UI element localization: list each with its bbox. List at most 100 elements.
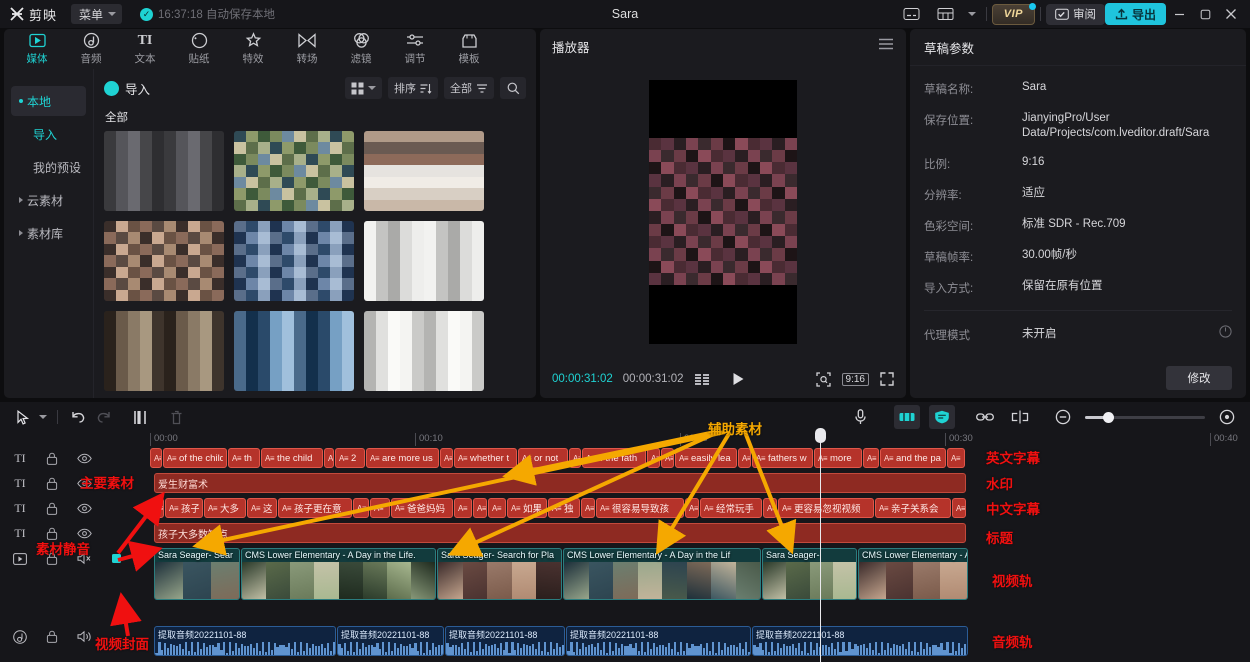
play-button[interactable] — [732, 372, 745, 386]
timeline-clip[interactable]: A≡are more us — [366, 448, 439, 468]
timeline-clip[interactable]: A≡ — [440, 448, 453, 468]
timeline-clip[interactable]: A≡更容易忽视视频 — [778, 498, 874, 518]
playhead[interactable] — [820, 430, 821, 662]
tab-media[interactable]: 媒体 — [10, 30, 64, 68]
timeline-clip[interactable]: A≡ — [947, 448, 965, 468]
track-visibility-icon[interactable] — [76, 453, 92, 464]
timeline-clip[interactable]: 提取音频20221101-88 — [445, 626, 565, 656]
select-tool-button[interactable] — [10, 405, 36, 429]
timeline-clip[interactable]: Sara Seager- — [762, 548, 857, 600]
timeline-clip[interactable]: A≡ — [324, 448, 334, 468]
timeline-clip[interactable]: A≡ — [581, 498, 595, 518]
timeline-clip[interactable]: 爱生财富术 — [154, 473, 966, 493]
layout-dropdown-icon[interactable] — [966, 3, 978, 25]
media-item[interactable] — [364, 311, 484, 391]
timeline-clip[interactable]: A≡这 — [247, 498, 277, 518]
timeline-clip[interactable]: A≡whether t — [454, 448, 517, 468]
timeline-clip[interactable]: A≡爸爸妈妈 — [391, 498, 453, 518]
timeline-clip[interactable]: A≡fathers w — [752, 448, 813, 468]
timeline-clip[interactable]: A≡and the pa — [880, 448, 946, 468]
timeline-clip[interactable]: A≡亲子关系会 — [875, 498, 951, 518]
timeline-clip[interactable]: 提取音频20221101-88 — [337, 626, 444, 656]
media-item[interactable] — [364, 131, 484, 211]
timeline-clip[interactable]: Sara Seager- Sear — [154, 548, 240, 600]
minimize-button[interactable] — [1166, 1, 1192, 27]
fullscreen-icon[interactable] — [880, 372, 894, 386]
vip-button[interactable]: VIP — [992, 4, 1035, 25]
sidebar-item-3[interactable]: 云素材 — [11, 185, 86, 215]
timeline-clip[interactable]: A≡孩子 — [165, 498, 203, 518]
import-button[interactable]: 导入 — [104, 79, 150, 98]
mirror-track-button[interactable] — [894, 405, 920, 429]
sidebar-item-1[interactable]: 导入 — [11, 119, 86, 149]
sidebar-item-0[interactable]: 本地 — [11, 86, 86, 116]
fit-screen-icon[interactable] — [816, 372, 831, 387]
link-clips-button[interactable] — [972, 405, 998, 429]
timeline-clip[interactable]: A≡ — [661, 448, 674, 468]
video-canvas[interactable] — [649, 80, 797, 344]
tab-sticker[interactable]: 贴纸 — [172, 30, 226, 68]
timeline-clip[interactable]: 孩子大多数缺点 — [154, 523, 966, 543]
aspect-ratio-button[interactable]: 9:16 — [842, 373, 869, 386]
tab-text[interactable]: TI文本 — [118, 30, 172, 68]
timeline-clip[interactable]: CMS Lower Elementary - A Day — [858, 548, 968, 600]
timeline-clip[interactable]: A≡孩子更在意 — [278, 498, 352, 518]
timeline-clip[interactable]: A≡ — [863, 448, 879, 468]
filter-button[interactable]: 全部 — [444, 77, 494, 99]
timeline-clip[interactable]: A≡ — [370, 498, 390, 518]
track-mute-toggle[interactable] — [108, 553, 124, 564]
media-item[interactable] — [234, 311, 354, 391]
auto-caption-button[interactable] — [929, 405, 955, 429]
timeline-clip[interactable]: A≡if the fath — [582, 448, 646, 468]
track-lock-icon[interactable] — [44, 502, 60, 515]
media-item[interactable] — [234, 131, 354, 211]
timeline-clip[interactable]: A≡easily lea — [675, 448, 737, 468]
track-visibility-icon[interactable] — [76, 503, 92, 514]
timeline-clip[interactable]: CMS Lower Elementary - A Day in the Lif — [563, 548, 761, 600]
zoom-slider[interactable] — [1085, 416, 1205, 419]
tab-effects[interactable]: 特效 — [226, 30, 280, 68]
timeline-clip[interactable]: A≡ — [952, 498, 966, 518]
timeline-clip[interactable]: A≡ — [685, 498, 699, 518]
timeline-clip[interactable]: A≡ — [353, 498, 369, 518]
timeline-clip[interactable]: A≡独 — [548, 498, 580, 518]
sidebar-item-4[interactable]: 素材库 — [11, 218, 86, 248]
track-lock-icon[interactable] — [44, 630, 60, 643]
track-volume-icon[interactable] — [76, 630, 92, 643]
split-button[interactable] — [127, 405, 153, 429]
help-icon[interactable] — [1219, 325, 1232, 343]
tab-template[interactable]: 模板 — [442, 30, 496, 68]
timeline-clip[interactable]: A≡很容易导致孩 — [596, 498, 684, 518]
zoom-out-button[interactable] — [1050, 405, 1076, 429]
timeline-clip[interactable]: 提取音频20221101-88 — [566, 626, 751, 656]
maximize-button[interactable] — [1192, 1, 1218, 27]
timeline-ruler[interactable]: 00:0000:1000:2000:3000:40 — [150, 432, 1250, 448]
timeline-clip[interactable]: 提取音频20221101-88 — [752, 626, 968, 656]
media-item[interactable] — [104, 131, 224, 211]
timeline-clip[interactable]: A≡more — [814, 448, 862, 468]
zoom-in-button[interactable] — [1214, 405, 1240, 429]
timeline-clip[interactable]: 提取音频20221101-88 — [154, 626, 336, 656]
subtitle-icon[interactable] — [898, 3, 926, 25]
timeline-clip[interactable]: CMS Lower Elementary - A Day in the Life… — [241, 548, 436, 600]
close-button[interactable] — [1218, 1, 1244, 27]
undo-button[interactable] — [65, 405, 91, 429]
media-item[interactable] — [104, 221, 224, 301]
frame-step-icon[interactable] — [694, 373, 710, 386]
redo-button[interactable] — [91, 405, 117, 429]
media-item[interactable] — [104, 311, 224, 391]
delete-button[interactable] — [163, 405, 189, 429]
timeline-clip[interactable]: A≡ — [150, 448, 162, 468]
timeline-clip[interactable]: A≡ — [738, 448, 751, 468]
timeline-clip[interactable]: A≡ — [454, 498, 472, 518]
timeline-clip[interactable]: A≡如果 — [507, 498, 547, 518]
timeline-clip[interactable]: A≡ — [647, 448, 660, 468]
track-lock-icon[interactable] — [44, 452, 60, 465]
zoom-slider-handle[interactable] — [1103, 412, 1114, 423]
sort-button[interactable]: 排序 — [388, 77, 438, 99]
player-menu-icon[interactable] — [878, 37, 894, 55]
timeline-clip[interactable]: A≡ — [473, 498, 487, 518]
sidebar-item-2[interactable]: 我的预设 — [11, 152, 86, 182]
media-item[interactable] — [364, 221, 484, 301]
snap-button[interactable] — [1007, 405, 1033, 429]
